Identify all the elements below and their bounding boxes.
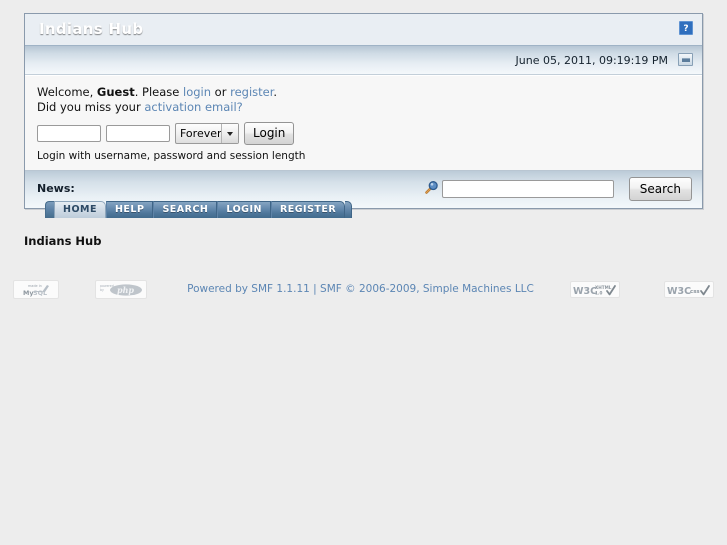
smf-copyright-link[interactable]: SMF © 2006-2009, Simple Machines LLC <box>320 283 534 295</box>
svg-text:made in: made in <box>28 284 42 288</box>
welcome-suffix: . <box>273 85 278 99</box>
welcome-prefix: Welcome, <box>37 85 97 99</box>
powered-by-php-badge[interactable]: powered by php <box>95 279 148 299</box>
page-wrapper: Indians Hub ? June 05, 2011, 09:19:19 PM… <box>0 0 727 545</box>
chevron-down-icon[interactable] <box>221 124 238 143</box>
svg-text:php: php <box>117 285 134 295</box>
forum-header-box: Indians Hub ? June 05, 2011, 09:19:19 PM… <box>24 13 703 209</box>
welcome-middle: . Please <box>134 85 183 99</box>
login-button[interactable]: Login <box>244 122 295 145</box>
date-bar: June 05, 2011, 09:19:19 PM <box>25 46 702 75</box>
footer-credits: Powered by SMF 1.1.11 | SMF © 2006-2009,… <box>187 283 534 295</box>
search-button[interactable]: Search <box>628 177 692 201</box>
welcome-message: Welcome, Guest. Please login or register… <box>37 85 690 100</box>
guest-name: Guest <box>96 85 135 99</box>
help-icon[interactable]: ? <box>679 21 693 35</box>
svg-text:1.0: 1.0 <box>595 290 603 295</box>
news-label: News: <box>37 182 75 195</box>
password-input[interactable] <box>106 125 170 142</box>
title-bar: Indians Hub ? <box>25 14 702 46</box>
svg-text:W3C: W3C <box>667 286 691 297</box>
register-link[interactable]: register <box>230 85 273 99</box>
svg-text:by: by <box>100 288 104 292</box>
powered-by-smf-link[interactable]: Powered by SMF 1.1.11 <box>187 283 310 295</box>
tab-register[interactable]: REGISTER <box>270 201 346 218</box>
board-title: Indians Hub <box>24 234 102 248</box>
session-length-select[interactable]: Forever <box>175 123 239 144</box>
main-navigation-tabs: HOME HELP SEARCH LOGIN REGISTER <box>45 199 353 218</box>
magnifier-icon <box>422 180 438 198</box>
collapse-icon[interactable] <box>678 53 693 66</box>
footer: made in My SQL powered by php Powered by… <box>0 274 727 304</box>
svg-text:css: css <box>690 289 700 295</box>
page-title: Indians Hub <box>39 20 144 38</box>
session-length-value: Forever <box>180 127 222 140</box>
or-text: or <box>211 85 231 99</box>
activation-message: Did you miss your activation email? <box>37 100 690 115</box>
valid-css-badge[interactable]: W3C css <box>663 280 714 298</box>
svg-text:XHTML: XHTML <box>595 285 612 290</box>
tab-search[interactable]: SEARCH <box>153 201 218 218</box>
username-input[interactable] <box>37 125 101 142</box>
footer-separator: | <box>309 283 321 295</box>
login-form: Forever Login <box>37 122 690 145</box>
login-panel: Welcome, Guest. Please login or register… <box>25 75 702 171</box>
current-date-time: June 05, 2011, 09:19:19 PM <box>515 54 668 67</box>
activation-email-link[interactable]: activation email? <box>144 100 242 114</box>
tab-login[interactable]: LOGIN <box>217 201 271 218</box>
tabstrip-right-cap <box>345 201 353 218</box>
activation-prefix: Did you miss your <box>37 100 145 114</box>
valid-xhtml-badge[interactable]: W3C XHTML 1.0 <box>569 280 620 298</box>
tab-home[interactable]: HOME <box>54 201 106 218</box>
powered-by-mysql-badge[interactable]: made in My SQL <box>13 279 60 299</box>
svg-text:SQL: SQL <box>33 289 47 297</box>
search-input[interactable] <box>442 180 614 198</box>
login-link[interactable]: login <box>183 85 211 99</box>
tab-help[interactable]: HELP <box>105 201 154 218</box>
login-hint: Login with username, password and sessio… <box>37 150 306 162</box>
tabstrip-left-cap <box>45 201 54 218</box>
svg-text:W3C: W3C <box>573 286 597 297</box>
